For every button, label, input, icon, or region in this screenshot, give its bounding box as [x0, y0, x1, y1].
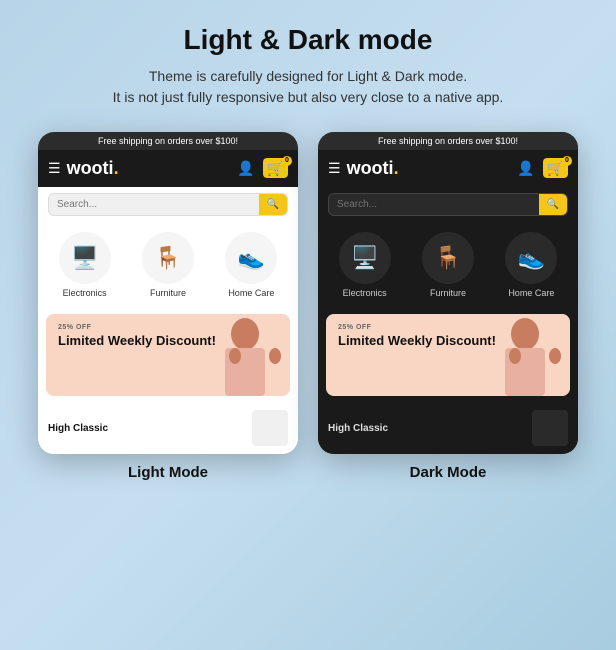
light-categories: 🖥️ Electronics 🪑 Furniture 👟 Home Care — [38, 222, 298, 308]
dark-homecare-icon: 👟 — [518, 245, 545, 271]
dark-category-circle-electronics: 🖥️ — [339, 232, 391, 284]
light-category-furniture[interactable]: 🪑 Furniture — [129, 232, 206, 298]
dark-mode-phone: Free shipping on orders over $100! ☰ woo… — [318, 132, 578, 454]
dark-mode-wrapper: Free shipping on orders over $100! ☰ woo… — [318, 132, 578, 481]
light-search-bar: 🔍 — [38, 187, 298, 222]
phones-container: Free shipping on orders over $100! ☰ woo… — [38, 132, 578, 481]
homecare-icon: 👟 — [238, 245, 265, 271]
light-navbar: ☰ wooti. 👤 🛒 0 — [38, 150, 298, 187]
light-navbar-left: ☰ wooti. — [48, 158, 119, 179]
light-brand: wooti. — [67, 158, 119, 179]
dark-search-bar: 🔍 — [318, 187, 578, 222]
cart-wrapper[interactable]: 🛒 0 — [263, 160, 288, 178]
dark-category-label-homecare: Home Care — [508, 288, 554, 298]
furniture-icon: 🪑 — [154, 245, 181, 271]
light-product-label: High Classic — [48, 423, 108, 434]
light-category-label-furniture: Furniture — [150, 288, 186, 298]
light-category-label-electronics: Electronics — [63, 288, 107, 298]
light-mode-phone: Free shipping on orders over $100! ☰ woo… — [38, 132, 298, 454]
dark-category-circle-homecare: 👟 — [505, 232, 557, 284]
light-category-label-homecare: Home Care — [228, 288, 274, 298]
page-title: Light & Dark mode — [184, 24, 433, 56]
dark-brand: wooti. — [347, 158, 399, 179]
light-product-image — [252, 410, 288, 446]
light-product-row: High Classic — [38, 402, 298, 454]
light-mode-label: Light Mode — [128, 464, 208, 481]
page-subtitle: Theme is carefully designed for Light & … — [113, 66, 504, 108]
dark-navbar-left: ☰ wooti. — [328, 158, 399, 179]
dark-cart-badge: 0 — [562, 156, 572, 166]
dark-category-circle-furniture: 🪑 — [422, 232, 474, 284]
dark-product-label: High Classic — [328, 423, 388, 434]
dark-category-furniture[interactable]: 🪑 Furniture — [409, 232, 486, 298]
dark-hamburger-icon[interactable]: ☰ — [328, 160, 341, 177]
light-mode-wrapper: Free shipping on orders over $100! ☰ woo… — [38, 132, 298, 481]
dark-promo-text: 25% OFF Limited Weekly Discount! — [338, 324, 558, 349]
light-promo-off: 25% OFF — [58, 324, 278, 331]
dark-promo-off: 25% OFF — [338, 324, 558, 331]
dark-top-banner: Free shipping on orders over $100! — [318, 132, 578, 150]
dark-search-input[interactable] — [329, 194, 539, 215]
light-search-wrapper: 🔍 — [48, 193, 288, 216]
dark-promo-title: Limited Weekly Discount! — [338, 333, 558, 349]
dark-category-label-electronics: Electronics — [343, 288, 387, 298]
light-category-circle-furniture: 🪑 — [142, 232, 194, 284]
dark-product-row: High Classic — [318, 402, 578, 454]
dark-categories: 🖥️ Electronics 🪑 Furniture 👟 Home Care — [318, 222, 578, 308]
dark-mode-label: Dark Mode — [410, 464, 487, 481]
hamburger-icon[interactable]: ☰ — [48, 160, 61, 177]
dark-user-icon[interactable]: 👤 — [517, 160, 534, 177]
light-search-input[interactable] — [49, 194, 259, 215]
dark-category-homecare[interactable]: 👟 Home Care — [493, 232, 570, 298]
dark-navbar-right: 👤 🛒 0 — [517, 160, 568, 178]
dark-category-label-furniture: Furniture — [430, 288, 466, 298]
light-category-electronics[interactable]: 🖥️ Electronics — [46, 232, 123, 298]
cart-badge: 0 — [282, 156, 292, 166]
electronics-icon: 🖥️ — [71, 245, 98, 271]
dark-furniture-icon: 🪑 — [434, 245, 461, 271]
dark-electronics-icon: 🖥️ — [351, 245, 378, 271]
light-category-circle-homecare: 👟 — [225, 232, 277, 284]
dark-navbar: ☰ wooti. 👤 🛒 0 — [318, 150, 578, 187]
light-navbar-right: 👤 🛒 0 — [237, 160, 288, 178]
light-promo-text: 25% OFF Limited Weekly Discount! — [58, 324, 278, 349]
light-search-button[interactable]: 🔍 — [259, 194, 287, 215]
user-icon[interactable]: 👤 — [237, 160, 254, 177]
dark-category-electronics[interactable]: 🖥️ Electronics — [326, 232, 403, 298]
light-top-banner: Free shipping on orders over $100! — [38, 132, 298, 150]
light-promo-title: Limited Weekly Discount! — [58, 333, 278, 349]
light-category-circle-electronics: 🖥️ — [59, 232, 111, 284]
dark-cart-wrapper[interactable]: 🛒 0 — [543, 160, 568, 178]
light-promo-banner[interactable]: 25% OFF Limited Weekly Discount! — [46, 314, 290, 396]
dark-product-image — [532, 410, 568, 446]
dark-search-button[interactable]: 🔍 — [539, 194, 567, 215]
dark-search-wrapper: 🔍 — [328, 193, 568, 216]
light-category-homecare[interactable]: 👟 Home Care — [213, 232, 290, 298]
dark-promo-banner[interactable]: 25% OFF Limited Weekly Discount! — [326, 314, 570, 396]
